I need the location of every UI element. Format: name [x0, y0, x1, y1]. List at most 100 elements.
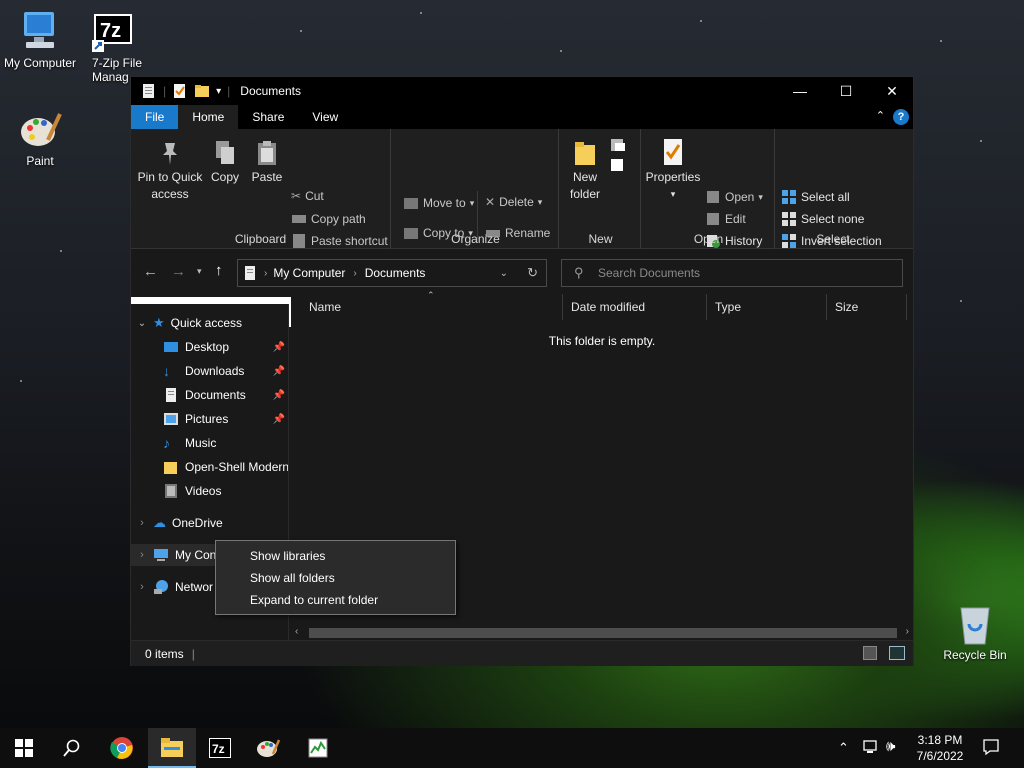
new-folder-icon[interactable] [194, 83, 210, 99]
forward-icon[interactable]: → [171, 263, 186, 280]
chevron-down-icon[interactable]: ⌄ [131, 318, 153, 329]
nav-item-downloads[interactable]: ↓ Downloads 📌 [131, 360, 288, 382]
nav-item-videos[interactable]: Videos [131, 480, 288, 502]
copy-path-icon [291, 211, 307, 227]
properties-button[interactable]: Properties ▾ [646, 137, 700, 201]
item-count: 0 items [145, 646, 184, 661]
nav-onedrive[interactable]: › ☁ OneDrive [131, 512, 288, 534]
move-to-button[interactable]: Move to ▾ [403, 195, 474, 211]
open-button[interactable]: Open ▾ [705, 189, 763, 205]
cut-button[interactable]: ✂ Cut [291, 189, 324, 203]
paint-icon [18, 108, 62, 152]
back-icon[interactable]: ← [143, 263, 158, 280]
download-icon: ↓ [163, 363, 170, 379]
select-all-icon [781, 189, 797, 205]
close-button[interactable]: ✕ [869, 77, 915, 105]
maximize-button[interactable]: ☐ [823, 77, 869, 105]
minimize-button[interactable]: — [777, 77, 823, 105]
column-header-size[interactable]: Size [827, 294, 907, 320]
action-center-icon[interactable] [982, 738, 1000, 759]
star [700, 20, 702, 22]
column-header-date-modified[interactable]: Date modified [563, 294, 707, 320]
up-icon[interactable]: ↑ [215, 262, 223, 279]
desktop-icon-paint[interactable]: Paint [0, 108, 80, 168]
edit-icon [705, 211, 721, 227]
tab-file[interactable]: File [131, 105, 179, 129]
tab-view[interactable]: View [298, 105, 352, 129]
volume-icon[interactable]: 🕪 [886, 738, 895, 755]
new-item-icon[interactable] [609, 137, 633, 180]
star [960, 300, 962, 302]
help-icon[interactable]: ? [893, 109, 909, 125]
properties-icon[interactable] [172, 83, 188, 99]
folder-icon [572, 137, 598, 167]
7zip-taskbar-icon[interactable]: 7z [196, 728, 244, 768]
horizontal-scrollbar[interactable]: ‹ › [291, 626, 913, 640]
large-icons-view-icon[interactable] [889, 646, 905, 660]
chevron-right-icon[interactable]: › [131, 517, 153, 529]
address-dropdown-icon[interactable]: ⌄ [500, 268, 508, 279]
nav-item-open-shell[interactable]: Open-Shell Modern [131, 456, 288, 478]
nav-item-desktop[interactable]: Desktop 📌 [131, 336, 288, 358]
clipboard-group-label: Clipboard [234, 232, 287, 246]
copy-path-button[interactable]: Copy path [291, 211, 366, 227]
edit-button[interactable]: Edit [705, 211, 746, 227]
recent-locations-icon[interactable]: ▾ [197, 266, 202, 277]
select-all-button[interactable]: Select all [781, 189, 850, 205]
paint-taskbar-icon[interactable] [244, 728, 292, 768]
paste-icon [254, 139, 280, 167]
desktop-icon-my-computer[interactable]: My Computer [0, 10, 80, 70]
scroll-left-icon[interactable]: ‹ [295, 626, 298, 637]
context-menu: Show libraries Show all folders Expand t… [215, 540, 456, 615]
nav-item-pictures[interactable]: Pictures 📌 [131, 408, 288, 430]
desktop-folder-icon [163, 339, 179, 355]
ribbon-tabs: File Home Share View ⌃ ? [131, 105, 913, 129]
paste-button[interactable]: Paste [247, 139, 287, 184]
menu-item-show-all-folders[interactable]: Show all folders [250, 571, 335, 585]
collapse-ribbon-icon[interactable]: ⌃ [876, 109, 885, 122]
nav-item-documents[interactable]: Documents 📌 [131, 384, 288, 406]
show-hidden-icons[interactable]: ⌃ [838, 740, 849, 756]
refresh-icon[interactable]: ↻ [527, 265, 538, 281]
clock[interactable]: 3:18 PM 7/6/2022 [910, 732, 970, 764]
properties-check-icon [660, 137, 686, 167]
chevron-right-icon[interactable]: › [131, 581, 153, 593]
delete-button[interactable]: ✕ Delete ▾ [485, 195, 542, 209]
svg-text:7z: 7z [100, 20, 121, 42]
scrollbar-thumb[interactable] [309, 628, 897, 638]
menu-item-show-libraries[interactable]: Show libraries [250, 549, 325, 563]
nav-item-music[interactable]: ♪ Music [131, 432, 288, 454]
menu-item-expand-to-current-folder[interactable]: Expand to current folder [250, 593, 378, 607]
select-group-label: Select [816, 232, 850, 246]
document-icon [141, 83, 157, 99]
scroll-right-icon[interactable]: › [906, 626, 909, 637]
column-header-name[interactable]: Name [301, 294, 563, 320]
new-folder-button[interactable]: New folder [565, 137, 605, 201]
chrome-icon[interactable] [98, 728, 146, 768]
file-explorer-taskbar-icon[interactable] [148, 728, 196, 768]
details-view-icon[interactable] [863, 646, 877, 660]
task-manager-icon[interactable] [294, 728, 342, 768]
select-none-button[interactable]: Select none [781, 211, 864, 227]
tab-home[interactable]: Home [178, 105, 239, 129]
copy-button[interactable]: Copy [205, 139, 245, 184]
search-button[interactable] [48, 728, 96, 768]
tab-share[interactable]: Share [238, 105, 298, 129]
network-tray-icon[interactable] [862, 738, 880, 759]
breadcrumb-documents[interactable]: Documents [365, 266, 426, 280]
start-button[interactable] [0, 728, 48, 768]
select-group: Select all Select none Invert selection … [777, 129, 889, 249]
breadcrumb-my-computer[interactable]: My Computer [273, 266, 345, 280]
pin-to-quick-access-button[interactable]: Pin to Quick access [137, 139, 203, 201]
title-bar: | ▾ | Documents — ☐ ✕ [131, 77, 913, 105]
chevron-right-icon[interactable]: › [131, 549, 153, 561]
nav-quick-access[interactable]: ⌄ ★ Quick access [131, 312, 288, 334]
search-input[interactable]: ⚲ Search Documents [561, 259, 903, 287]
desktop-icon-7zip[interactable]: 7z 7-Zip File Manag [76, 10, 156, 84]
customize-quick-access-icon[interactable]: ▾ [216, 86, 221, 97]
address-bar[interactable]: › My Computer › Documents ⌄ ↻ [237, 259, 547, 287]
column-header-type[interactable]: Type [707, 294, 827, 320]
quick-access-toolbar: | ▾ | [131, 83, 230, 99]
clipboard-group: Pin to Quick access Copy Paste ✂ Cut Copy… [131, 129, 391, 249]
desktop-icon-recycle-bin[interactable]: Recycle Bin [935, 602, 1015, 662]
